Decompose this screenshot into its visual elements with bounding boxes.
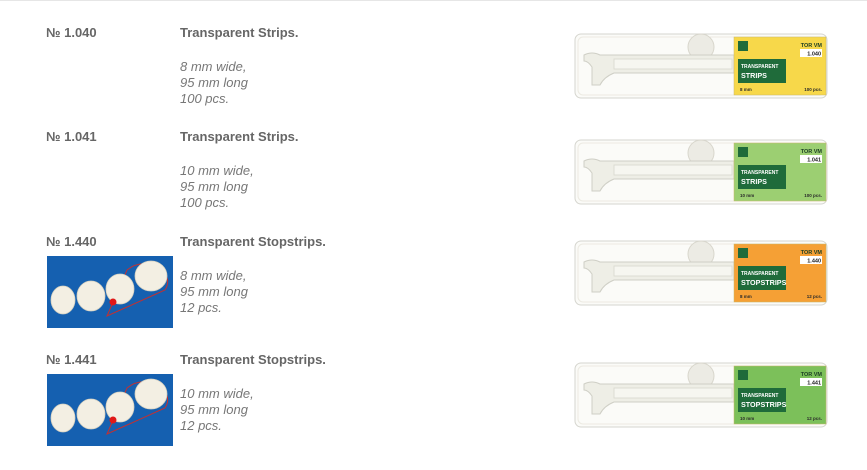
brand-logo bbox=[738, 248, 748, 258]
product-title: Transparent Strips. bbox=[180, 129, 299, 144]
spec-width: 8 mm wide, bbox=[180, 268, 247, 283]
product-specs: 10 mm wide, 95 mm long 100 pcs. bbox=[180, 163, 254, 211]
spec-quantity: 12 pcs. bbox=[180, 418, 222, 433]
spec-width: 10 mm wide, bbox=[180, 163, 254, 178]
label-line1: TRANSPARENT bbox=[741, 393, 778, 399]
product-specs: 10 mm wide, 95 mm long 12 pcs. bbox=[180, 386, 254, 434]
label-count: 100 pcs. bbox=[804, 87, 822, 92]
teeth-contact-diagram bbox=[47, 256, 173, 328]
product-title: Transparent Strips. bbox=[180, 25, 299, 40]
spec-width: 10 mm wide, bbox=[180, 386, 254, 401]
label-line2: STRIPS bbox=[741, 177, 767, 186]
tooth bbox=[76, 398, 106, 430]
label-count: 100 pcs. bbox=[804, 193, 822, 198]
label-width: 8 mm bbox=[740, 294, 752, 299]
label-number: 1.440 bbox=[807, 259, 821, 265]
spec-length: 95 mm long bbox=[180, 179, 248, 194]
spec-quantity: 100 pcs. bbox=[180, 91, 230, 106]
label-line2: STRIPS bbox=[741, 71, 767, 80]
tooth bbox=[50, 403, 76, 433]
tooth bbox=[134, 260, 168, 292]
product-package-image: TOR VM 1.440 TRANSPARENT STOPSTRIPS 8 mm 12 p… bbox=[574, 240, 828, 306]
tooth bbox=[105, 273, 135, 305]
tooth bbox=[50, 285, 76, 315]
tooth bbox=[134, 378, 168, 410]
teeth-contact-diagram bbox=[47, 374, 173, 446]
label-width: 10 mm bbox=[740, 193, 754, 198]
brand-text: TOR VM bbox=[801, 372, 823, 378]
spec-length: 95 mm long bbox=[180, 284, 248, 299]
tooth bbox=[105, 391, 135, 423]
product-package-image: TOR VM 1.441 TRANSPARENT STOPSTRIPS 10 mm 12 … bbox=[574, 362, 828, 428]
brand-text: TOR VM bbox=[801, 250, 823, 256]
tooth bbox=[76, 280, 106, 312]
product-code: № 1.440 bbox=[46, 234, 97, 249]
product-code: № 1.041 bbox=[46, 129, 97, 144]
label-count: 12 pcs. bbox=[807, 294, 822, 299]
product-package-image: TOR VM 1.041 TRANSPARENT STRIPS 10 mm 100 pcs… bbox=[574, 139, 828, 205]
product-specs: 8 mm wide, 95 mm long 100 pcs. bbox=[180, 59, 248, 107]
label-width: 8 mm bbox=[740, 87, 752, 92]
product-list: № 1.040 Transparent Strips. 8 mm wide, 9… bbox=[0, 0, 867, 470]
label-line1: TRANSPARENT bbox=[741, 170, 778, 176]
label-line1: TRANSPARENT bbox=[741, 64, 778, 70]
brand-logo bbox=[738, 41, 748, 51]
label-number: 1.040 bbox=[807, 52, 821, 58]
label-number: 1.041 bbox=[807, 158, 821, 164]
product-code: № 1.040 bbox=[46, 25, 97, 40]
spec-quantity: 12 pcs. bbox=[180, 300, 222, 315]
contact-point bbox=[109, 416, 117, 424]
spec-quantity: 100 pcs. bbox=[180, 195, 230, 210]
label-line2: STOPSTRIPS bbox=[741, 278, 787, 287]
label-line2: STOPSTRIPS bbox=[741, 400, 787, 409]
contact-point bbox=[109, 298, 117, 306]
brand-text: TOR VM bbox=[801, 43, 823, 49]
label-number: 1.441 bbox=[807, 381, 821, 387]
spec-length: 95 mm long bbox=[180, 75, 248, 90]
product-title: Transparent Stopstrips. bbox=[180, 234, 326, 249]
brand-text: TOR VM bbox=[801, 149, 823, 155]
product-specs: 8 mm wide, 95 mm long 12 pcs. bbox=[180, 268, 248, 316]
brand-logo bbox=[738, 370, 748, 380]
spec-width: 8 mm wide, bbox=[180, 59, 247, 74]
label-width: 10 mm bbox=[740, 416, 754, 421]
product-code: № 1.441 bbox=[46, 352, 97, 367]
product-package-image: TOR VM 1.040 TRANSPARENT STRIPS 8 mm 100 pcs. bbox=[574, 33, 828, 99]
brand-logo bbox=[738, 147, 748, 157]
label-count: 12 pcs. bbox=[807, 416, 822, 421]
spec-length: 95 mm long bbox=[180, 402, 248, 417]
product-title: Transparent Stopstrips. bbox=[180, 352, 326, 367]
label-line1: TRANSPARENT bbox=[741, 271, 778, 277]
